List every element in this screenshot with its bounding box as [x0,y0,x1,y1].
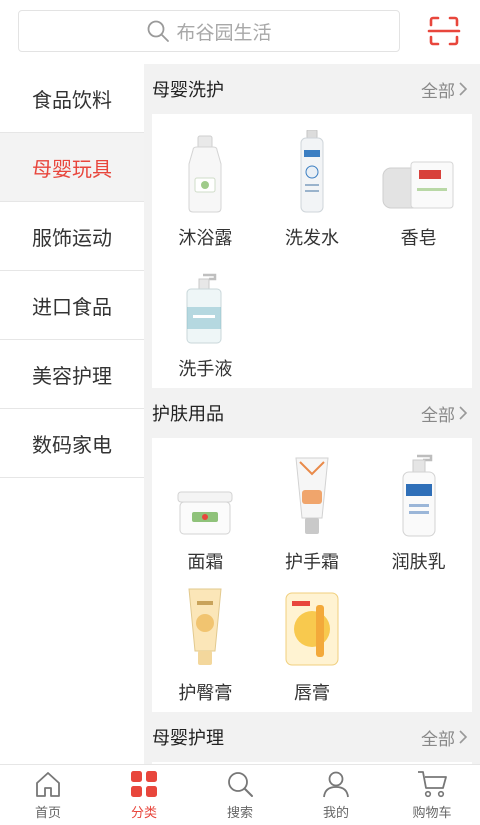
product-image [379,128,459,214]
product-grid: 沐浴露 洗发水 香皂 洗手液 [152,114,472,388]
view-all-link[interactable]: 全部 [421,77,468,102]
search-placeholder: 布谷园生活 [176,21,272,44]
product-name: 护手霜 [284,552,339,573]
view-all-label: 全部 [421,405,455,426]
sidebar-item-label: 母婴玩具 [32,156,112,181]
view-all-label: 全部 [421,81,455,102]
product-name: 面霜 [187,552,224,573]
view-all-link[interactable]: 全部 [421,401,468,426]
scan-button[interactable] [426,13,462,49]
nav-label: 搜索 [226,806,253,821]
product-item[interactable]: 护手霜 [259,446,366,577]
nav-label: 购物车 [412,806,452,821]
section-baby-care: 母婴护理 全部 [144,712,480,764]
product-name: 洗发水 [284,228,339,249]
sidebar-item-label: 食品饮料 [32,87,112,112]
section-skin-care: 护肤用品 全部 面霜 护手霜 润肤乳 护臀膏 唇膏 [144,388,480,712]
sidebar-item-beauty-care[interactable]: 美容护理 [0,340,144,409]
category-grid-icon [131,771,157,797]
product-image [165,452,245,538]
product-item[interactable]: 沐浴露 [152,122,259,253]
category-content[interactable]: 母婴洗护 全部 沐浴露 洗发水 香皂 洗手液 护肤用品 全部 面霜 护手霜 润肤… [144,64,480,764]
top-bar: 布谷园生活 [0,0,480,64]
section-baby-wash: 母婴洗护 全部 沐浴露 洗发水 香皂 洗手液 [144,64,480,388]
nav-label: 我的 [322,806,349,821]
sidebar-item-label: 美容护理 [32,363,112,388]
sidebar-item-label: 进口食品 [32,294,112,319]
sidebar-item-imported-food[interactable]: 进口食品 [0,271,144,340]
chevron-right-icon [459,406,468,420]
nav-home[interactable]: 首页 [0,765,96,825]
bottom-navigation: 首页 分类 搜索 我的 购物车 [0,764,480,825]
category-sidebar: 食品饮料 母婴玩具 服饰运动 进口食品 美容护理 数码家电 [0,64,144,764]
nav-search[interactable]: 搜索 [192,765,288,825]
chevron-right-icon [459,82,468,96]
sidebar-item-label: 服饰运动 [32,225,112,250]
product-item[interactable]: 洗发水 [259,122,366,253]
cart-icon [418,771,447,798]
user-icon [323,771,349,798]
sidebar-item-apparel-sports[interactable]: 服饰运动 [0,202,144,271]
product-item[interactable]: 面霜 [152,446,259,577]
sidebar-item-food-drinks[interactable]: 食品饮料 [0,64,144,133]
section-title: 护肤用品 [152,404,224,425]
scan-icon [427,16,461,46]
product-name: 护臀膏 [178,683,233,704]
section-header: 护肤用品 全部 [144,388,480,438]
product-image [165,583,245,669]
product-image [272,583,352,669]
search-icon [148,20,170,42]
search-input[interactable]: 布谷园生活 [18,10,400,52]
section-title: 母婴洗护 [152,80,224,101]
product-grid: 面霜 护手霜 润肤乳 护臀膏 唇膏 [152,438,472,712]
sidebar-item-label: 数码家电 [32,432,112,457]
product-item[interactable]: 洗手液 [152,253,259,384]
product-name: 香皂 [400,228,437,249]
nav-label: 首页 [34,806,61,821]
view-all-label: 全部 [421,729,455,750]
home-icon [36,772,60,797]
sidebar-item-baby-toys[interactable]: 母婴玩具 [0,133,144,202]
product-image [272,452,352,538]
chevron-right-icon [459,730,468,744]
section-header: 母婴洗护 全部 [144,64,480,114]
product-name: 沐浴露 [178,228,233,249]
product-item[interactable]: 香皂 [365,122,472,253]
nav-category[interactable]: 分类 [96,765,192,825]
product-image [165,259,245,345]
product-item[interactable]: 护臀膏 [152,577,259,708]
nav-cart[interactable]: 购物车 [384,765,480,825]
view-all-link[interactable]: 全部 [421,725,468,750]
product-item[interactable]: 润肤乳 [365,446,472,577]
nav-profile[interactable]: 我的 [288,765,384,825]
product-image [379,452,459,538]
product-image [272,128,352,214]
product-name: 润肤乳 [391,552,446,573]
section-title: 母婴护理 [152,728,224,749]
product-item[interactable]: 唇膏 [259,577,366,708]
search-icon [228,772,253,797]
product-name: 洗手液 [178,359,233,380]
sidebar-item-digital-appliances[interactable]: 数码家电 [0,409,144,478]
section-header: 母婴护理 全部 [144,712,480,762]
product-image [165,128,245,214]
nav-label: 分类 [130,806,157,821]
product-name: 唇膏 [293,683,330,704]
